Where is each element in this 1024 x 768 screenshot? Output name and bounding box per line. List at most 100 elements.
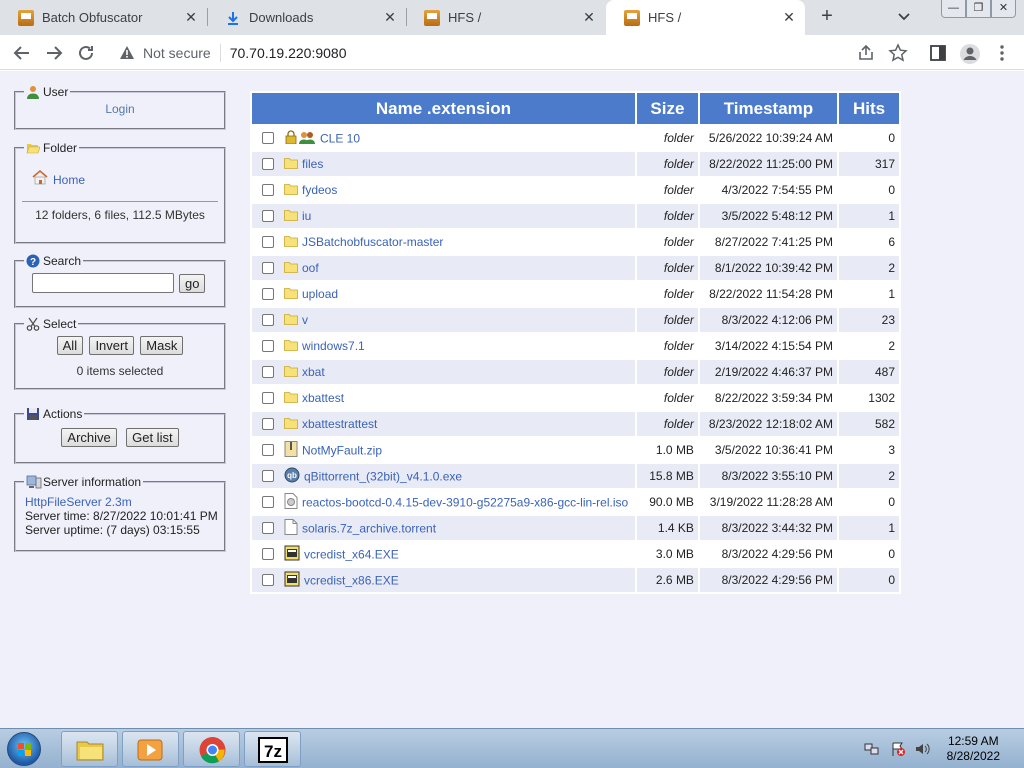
- row-checkbox[interactable]: [262, 574, 274, 586]
- tab-batch-obfuscator[interactable]: Batch Obfuscator ✕: [0, 0, 207, 35]
- file-link[interactable]: xbat: [302, 365, 325, 379]
- file-link[interactable]: fydeos: [302, 183, 337, 197]
- url-text[interactable]: 70.70.19.220:9080: [230, 45, 347, 61]
- forward-button[interactable]: [43, 42, 65, 64]
- taskbar-clock[interactable]: 12:59 AM 8/28/2022: [947, 734, 1000, 764]
- folder-icon: [284, 157, 298, 172]
- explorer-icon[interactable]: [61, 731, 118, 767]
- volume-icon[interactable]: [914, 741, 930, 760]
- close-window-button[interactable]: ✕: [991, 0, 1016, 18]
- row-checkbox[interactable]: [262, 340, 274, 353]
- row-checkbox[interactable]: [262, 314, 274, 327]
- file-link[interactable]: iu: [302, 209, 311, 223]
- row-checkbox[interactable]: [262, 158, 274, 171]
- column-header-hits[interactable]: Hits: [839, 93, 899, 124]
- close-icon[interactable]: ✕: [781, 9, 797, 25]
- file-link[interactable]: xbattest: [302, 391, 344, 405]
- action-center-flag-icon[interactable]: [890, 741, 906, 760]
- tab-title: Downloads: [249, 10, 314, 25]
- get-list-button[interactable]: Get list: [126, 428, 179, 447]
- row-checkbox[interactable]: [262, 132, 274, 144]
- size-cell: folder: [636, 360, 698, 384]
- close-icon[interactable]: ✕: [382, 9, 398, 25]
- start-button[interactable]: [7, 732, 41, 766]
- select-panel: Select All Invert Mask 0 items selected: [14, 317, 226, 390]
- warning-icon[interactable]: [119, 45, 135, 61]
- file-link[interactable]: oof: [302, 261, 319, 275]
- profile-avatar-icon[interactable]: [959, 43, 980, 64]
- home-link[interactable]: Home: [53, 173, 85, 187]
- hfs-version-link[interactable]: HttpFileServer 2.3m: [25, 495, 224, 509]
- row-checkbox[interactable]: [262, 470, 274, 482]
- server-info-panel: Server information HttpFileServer 2.3m S…: [14, 475, 226, 552]
- selection-status: 0 items selected: [76, 364, 164, 378]
- file-link[interactable]: CLE 10: [320, 131, 360, 145]
- tab-downloads[interactable]: Downloads ✕: [207, 0, 406, 35]
- login-link[interactable]: Login: [105, 102, 134, 116]
- column-header-size[interactable]: Size: [636, 93, 698, 124]
- timestamp-cell: 8/1/2022 10:39:42 PM: [699, 256, 837, 280]
- row-checkbox[interactable]: [262, 366, 274, 379]
- address-bar[interactable]: Not secure 70.70.19.220:9080: [107, 38, 927, 67]
- select-all-button[interactable]: All: [56, 336, 84, 355]
- 7zip-icon[interactable]: 7z: [244, 731, 301, 767]
- file-link[interactable]: JSBatchobfuscator-master: [302, 235, 443, 249]
- row-checkbox[interactable]: [262, 444, 274, 456]
- file-link[interactable]: solaris.7z_archive.torrent: [302, 521, 436, 535]
- back-button[interactable]: [11, 42, 33, 64]
- row-checkbox[interactable]: [262, 522, 274, 534]
- mask-button[interactable]: Mask: [140, 336, 184, 355]
- file-link[interactable]: NotMyFault.zip: [302, 443, 382, 457]
- name-cell: NotMyFault.zip: [252, 438, 635, 462]
- hits-cell: 1: [839, 204, 899, 228]
- size-cell: folder: [636, 256, 698, 280]
- row-checkbox[interactable]: [262, 262, 274, 275]
- share-icon[interactable]: [856, 43, 876, 63]
- table-row: v folder 8/3/2022 4:12:06 PM 23: [252, 308, 899, 332]
- file-link[interactable]: files: [302, 157, 323, 171]
- file-link[interactable]: vcredist_x86.EXE: [304, 573, 399, 587]
- row-checkbox[interactable]: [262, 236, 274, 249]
- reload-button[interactable]: [75, 42, 97, 64]
- file-link[interactable]: vcredist_x64.EXE: [304, 547, 399, 561]
- invert-selection-button[interactable]: Invert: [89, 336, 134, 355]
- search-go-button[interactable]: go: [179, 273, 206, 293]
- minimize-button[interactable]: —: [941, 0, 966, 18]
- hits-cell: 1: [839, 516, 899, 540]
- new-tab-button[interactable]: +: [816, 5, 838, 27]
- file-link[interactable]: xbattestrattest: [302, 417, 377, 431]
- search-input[interactable]: [32, 273, 174, 293]
- file-link[interactable]: upload: [302, 287, 338, 301]
- side-panel-icon[interactable]: [928, 43, 948, 63]
- table-row: qb qBittorrent_(32bit)_v4.1.0.exe 15.8 MB 8…: [252, 464, 899, 488]
- column-header-timestamp[interactable]: Timestamp: [699, 93, 837, 124]
- row-checkbox[interactable]: [262, 392, 274, 405]
- close-icon[interactable]: ✕: [581, 9, 597, 25]
- tab-search-chevron-icon[interactable]: [895, 7, 913, 25]
- file-link[interactable]: reactos-bootcd-0.4.15-dev-3910-g52275a9-…: [302, 495, 628, 509]
- bookmark-star-icon[interactable]: [888, 43, 908, 63]
- name-cell: upload: [252, 282, 635, 306]
- file-link[interactable]: windows7.1: [302, 339, 365, 353]
- archive-button[interactable]: Archive: [61, 428, 117, 447]
- menu-kebab-icon[interactable]: [992, 43, 1012, 63]
- network-icon[interactable]: [864, 741, 880, 760]
- tab-hfs-active[interactable]: HFS / ✕: [606, 0, 805, 35]
- file-link[interactable]: v: [302, 313, 308, 327]
- maximize-button[interactable]: ❐: [966, 0, 991, 18]
- file-link[interactable]: qBittorrent_(32bit)_v4.1.0.exe: [304, 469, 462, 483]
- tab-hfs-1[interactable]: HFS / ✕: [406, 0, 605, 35]
- executable-icon: [284, 545, 300, 564]
- media-player-icon[interactable]: [122, 731, 179, 767]
- row-checkbox[interactable]: [262, 288, 274, 301]
- floppy-disk-icon: [26, 407, 40, 421]
- row-checkbox[interactable]: [262, 210, 274, 223]
- chrome-icon[interactable]: [183, 731, 240, 767]
- row-checkbox[interactable]: [262, 418, 274, 431]
- row-checkbox[interactable]: [262, 548, 274, 560]
- close-icon[interactable]: ✕: [183, 9, 199, 25]
- column-header-name[interactable]: Name .extension: [252, 93, 635, 124]
- row-checkbox[interactable]: [262, 496, 274, 508]
- security-status[interactable]: Not secure: [143, 45, 211, 61]
- row-checkbox[interactable]: [262, 184, 274, 197]
